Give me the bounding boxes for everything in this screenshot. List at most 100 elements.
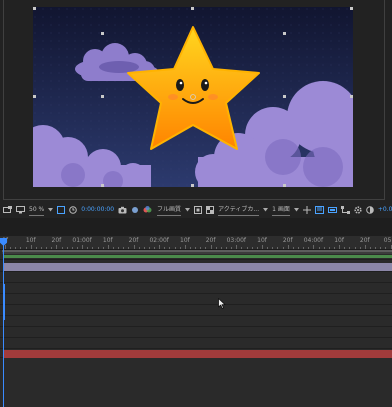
- ruler-minor-tick: [215, 247, 217, 249]
- layer-track-row[interactable]: [0, 350, 392, 358]
- ruler-minor-tick: [220, 247, 222, 249]
- ruler-minor-tick: [61, 247, 63, 249]
- ruler-minor-tick: [169, 247, 171, 249]
- ruler-tick-label: 20f: [282, 237, 293, 244]
- ruler-minor-tick: [148, 247, 150, 249]
- ruler-minor-tick: [143, 247, 145, 249]
- ruler-minor-tick: [97, 247, 99, 249]
- flowchart-icon[interactable]: [340, 204, 350, 216]
- ruler-minor-tick: [344, 247, 346, 249]
- channel-icon[interactable]: [143, 204, 153, 216]
- ruler-minor-tick: [164, 247, 166, 249]
- layer-track-row[interactable]: [0, 328, 392, 338]
- always-preview-icon[interactable]: [3, 204, 12, 216]
- layer-track-row[interactable]: [0, 262, 392, 272]
- fit-icon[interactable]: [57, 204, 66, 216]
- ruler-tick: [287, 245, 289, 249]
- layer-track-row[interactable]: [0, 295, 392, 305]
- ruler-minor-tick: [20, 247, 22, 249]
- transparency-grid-icon[interactable]: [206, 204, 215, 216]
- ruler-tick: [56, 245, 58, 249]
- ruler-tick-label: 04:00f: [303, 237, 324, 244]
- timeline-link-icon[interactable]: [327, 204, 337, 216]
- monitor-icon[interactable]: [16, 204, 25, 216]
- ruler-minor-tick: [76, 247, 78, 249]
- composition-viewer[interactable]: [0, 0, 392, 200]
- ruler-minor-tick: [200, 247, 202, 249]
- ruler-tick-label: 20f: [205, 237, 216, 244]
- view-layout-dropdown[interactable]: 1 画面: [272, 204, 290, 216]
- toggle-pixel-aspect-icon[interactable]: [302, 204, 311, 216]
- ruler-minor-tick: [354, 247, 356, 249]
- ruler-minor-tick: [231, 247, 233, 249]
- ruler-tick: [82, 245, 84, 249]
- region-of-interest-icon[interactable]: [194, 204, 203, 216]
- work-area-bar[interactable]: [2, 250, 392, 252]
- layer-track-row[interactable]: [0, 254, 392, 260]
- ruler-tick-label: 10f: [25, 237, 36, 244]
- chevron-down-icon[interactable]: [293, 204, 299, 216]
- ruler-minor-tick: [246, 247, 248, 249]
- timecode-display[interactable]: 0:00:00:00: [81, 204, 114, 216]
- show-snapshot-icon[interactable]: [131, 204, 139, 216]
- settings-gear-icon[interactable]: [354, 204, 362, 216]
- chevron-down-icon[interactable]: [48, 204, 54, 216]
- ruler-minor-tick: [267, 247, 269, 249]
- ruler-minor-tick: [349, 247, 351, 249]
- ruler-minor-tick: [375, 247, 377, 249]
- ruler-minor-tick: [118, 247, 120, 249]
- layer-track-row[interactable]: [0, 339, 392, 349]
- ruler-tick-label: 01:00f: [72, 237, 92, 244]
- viewer-toolbar: 50 % 0:00:00:00 フル画質 アクティブカ... 1 画面 +0.0: [0, 202, 392, 218]
- ruler-minor-tick: [323, 247, 325, 249]
- ruler-minor-tick: [123, 247, 125, 249]
- ruler-minor-tick: [359, 247, 361, 249]
- layer-track-row[interactable]: [0, 284, 392, 294]
- ruler-tick: [236, 245, 238, 249]
- ruler-minor-tick: [380, 247, 382, 249]
- ruler-minor-tick: [308, 247, 310, 249]
- layer-bar-purple[interactable]: [3, 263, 392, 271]
- layer-bar-green[interactable]: [3, 255, 392, 258]
- ruler-minor-tick: [87, 247, 89, 249]
- ruler-minor-tick: [282, 247, 284, 249]
- exposure-value[interactable]: +0.0: [378, 204, 392, 216]
- ruler-minor-tick: [15, 247, 17, 249]
- camera-icon[interactable]: [118, 204, 127, 216]
- zoom-dropdown[interactable]: 50 %: [29, 204, 45, 216]
- ruler-minor-tick: [303, 247, 305, 249]
- ruler-tick-label: 10f: [102, 237, 113, 244]
- ruler-minor-tick: [154, 247, 156, 249]
- timeline-panel[interactable]: 0f10f20f01:00f10f20f02:00f10f20f03:00f10…: [0, 236, 392, 407]
- fast-preview-icon[interactable]: [314, 204, 324, 216]
- active-camera-dropdown[interactable]: アクティブカ...: [218, 204, 260, 216]
- ruler-minor-tick: [46, 247, 48, 249]
- mouse-cursor-icon: [218, 298, 226, 309]
- ruler-minor-tick: [112, 247, 114, 249]
- ruler-minor-tick: [128, 247, 130, 249]
- ruler-tick: [159, 245, 161, 249]
- ruler-minor-tick: [179, 247, 181, 249]
- ruler-tick: [339, 245, 341, 249]
- ruler-tick-label: 20f: [128, 237, 139, 244]
- exposure-icon[interactable]: [366, 204, 374, 216]
- ruler-minor-tick: [71, 247, 73, 249]
- layer-track-row[interactable]: [0, 306, 392, 316]
- chevron-down-icon[interactable]: [263, 204, 269, 216]
- clock-icon[interactable]: [69, 204, 78, 216]
- time-ruler[interactable]: 0f10f20f01:00f10f20f02:00f10f20f03:00f10…: [0, 236, 392, 250]
- ruler-tick-label: 05:0: [383, 237, 392, 244]
- current-time-indicator[interactable]: [3, 244, 4, 407]
- composition-canvas[interactable]: [33, 7, 353, 187]
- panel-divider: [0, 218, 392, 236]
- ruler-tick-label: 20f: [51, 237, 62, 244]
- ruler-tick: [390, 245, 392, 249]
- layer-track-row[interactable]: [0, 273, 392, 283]
- layer-bar-red[interactable]: [3, 350, 392, 358]
- chevron-down-icon[interactable]: [185, 204, 191, 216]
- ruler-tick: [184, 245, 186, 249]
- layer-track-row[interactable]: [0, 317, 392, 327]
- ruler-minor-tick: [385, 247, 387, 249]
- ruler-minor-tick: [92, 247, 94, 249]
- resolution-dropdown[interactable]: フル画質: [157, 204, 182, 216]
